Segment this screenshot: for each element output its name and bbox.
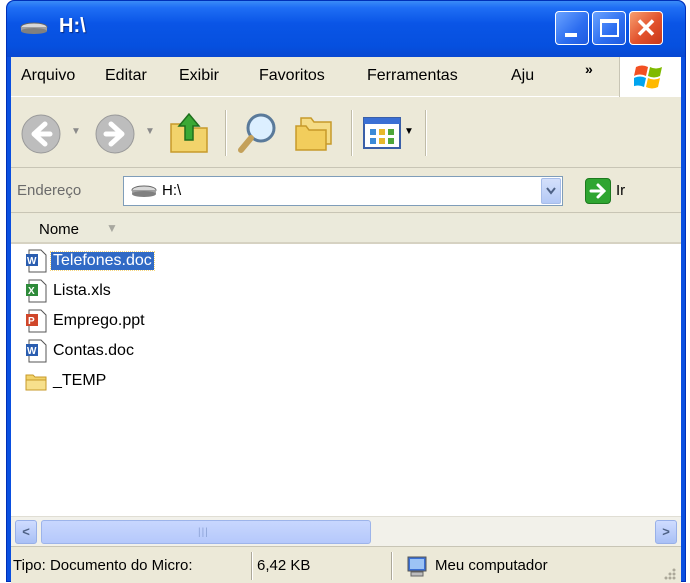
client-area: Arquivo Editar Exibir Favoritos Ferramen…: [11, 57, 681, 583]
svg-text:X: X: [28, 286, 35, 297]
address-label: Endereço: [17, 182, 82, 199]
resize-grip-icon[interactable]: [661, 565, 677, 581]
search-icon[interactable]: [237, 110, 281, 156]
go-button[interactable]: [585, 178, 611, 204]
file-name: Contas.doc: [53, 342, 134, 359]
folder-up-icon[interactable]: [167, 110, 211, 156]
status-bar: Tipo: Documento do Micro: 6,42 KB Meu co…: [11, 546, 681, 583]
minimize-icon: [565, 33, 577, 37]
file-name: Lista.xls: [53, 282, 111, 299]
address-value: H:\: [162, 182, 182, 199]
status-separator: [391, 552, 393, 580]
file-item[interactable]: W Contas.doc: [25, 339, 205, 365]
my-computer-icon: [407, 556, 427, 577]
maximize-icon: [600, 19, 619, 37]
file-item[interactable]: W Telefones.doc: [25, 249, 205, 275]
column-header-row: Nome ▼: [11, 214, 681, 244]
svg-text:P: P: [28, 316, 35, 327]
minimize-button[interactable]: [555, 11, 589, 45]
menu-favoritos[interactable]: Favoritos: [259, 67, 325, 85]
menu-arquivo[interactable]: Arquivo: [21, 67, 75, 85]
horizontal-scrollbar[interactable]: < ||| >: [11, 516, 681, 546]
status-size: 6,42 KB: [257, 557, 311, 574]
go-label[interactable]: Ir: [616, 182, 625, 199]
go-arrow-icon: [589, 183, 607, 199]
file-name: _TEMP: [53, 372, 107, 389]
forward-arrow-icon[interactable]: [93, 112, 137, 156]
scroll-left-button[interactable]: <: [15, 520, 37, 544]
file-item[interactable]: _TEMP: [25, 369, 205, 395]
scroll-thumb[interactable]: |||: [41, 520, 371, 544]
powerpoint-ppt-icon: P: [26, 309, 47, 333]
drive-icon: [131, 185, 157, 197]
close-button[interactable]: ✕: [629, 11, 663, 45]
chevron-down-icon: [546, 187, 556, 195]
drive-icon: [20, 22, 48, 34]
menu-bar: Arquivo Editar Exibir Favoritos Ferramen…: [11, 57, 681, 97]
menu-editar[interactable]: Editar: [105, 67, 147, 85]
status-type: Tipo: Documento do Micro:: [13, 557, 193, 574]
address-bar: Endereço H:\ Ir: [11, 169, 681, 213]
folders-icon[interactable]: [293, 112, 337, 154]
word-doc-icon: W: [26, 249, 47, 273]
explorer-window: H:\ ✕ Arquivo Editar Exibir Favoritos Fe…: [6, 0, 686, 583]
menu-exibir[interactable]: Exibir: [179, 67, 219, 85]
back-dropdown-icon[interactable]: ▼: [71, 126, 81, 137]
scroll-right-button[interactable]: >: [655, 520, 677, 544]
svg-text:W: W: [27, 346, 37, 357]
status-separator: [251, 552, 253, 580]
svg-text:W: W: [27, 256, 37, 267]
file-name: Telefones.doc: [50, 251, 155, 271]
file-name: Emprego.ppt: [53, 312, 145, 329]
window-title: H:\: [59, 15, 86, 37]
views-icon[interactable]: [363, 116, 401, 150]
title-bar[interactable]: H:\ ✕: [7, 1, 685, 57]
address-dropdown-button[interactable]: [541, 178, 561, 204]
excel-xls-icon: X: [26, 279, 47, 303]
chevron-right-icon: >: [662, 524, 670, 539]
folder-icon: [25, 374, 47, 391]
address-input[interactable]: H:\: [123, 176, 563, 206]
file-item[interactable]: X Lista.xls: [25, 279, 205, 305]
close-icon: ✕: [635, 13, 657, 43]
forward-dropdown-icon[interactable]: ▼: [145, 126, 155, 137]
status-location: Meu computador: [435, 557, 548, 574]
maximize-button[interactable]: [592, 11, 626, 45]
toolbar-separator: [351, 110, 353, 156]
views-dropdown-icon[interactable]: ▼: [404, 126, 414, 137]
windows-logo: [619, 57, 681, 97]
back-arrow-icon[interactable]: [19, 112, 63, 156]
word-doc-icon: W: [26, 339, 47, 363]
toolbar-separator: [425, 110, 427, 156]
menu-overflow-button[interactable]: »: [585, 61, 593, 77]
grip-icon: |||: [198, 527, 209, 538]
menu-ferramentas[interactable]: Ferramentas: [367, 67, 458, 85]
windows-flag-icon: [634, 65, 662, 89]
column-header-name[interactable]: Nome: [39, 221, 79, 238]
file-list: Nome ▼ W Telefones.doc X Lista.xls P Emp…: [11, 214, 681, 516]
menu-ajuda[interactable]: Aju: [511, 67, 534, 85]
toolbar-separator: [225, 110, 227, 156]
file-item[interactable]: P Emprego.ppt: [25, 309, 205, 335]
standard-toolbar: ▼ ▼ ▼: [11, 98, 681, 168]
chevron-left-icon: <: [22, 524, 30, 539]
sort-arrow-icon: ▼: [106, 221, 118, 235]
